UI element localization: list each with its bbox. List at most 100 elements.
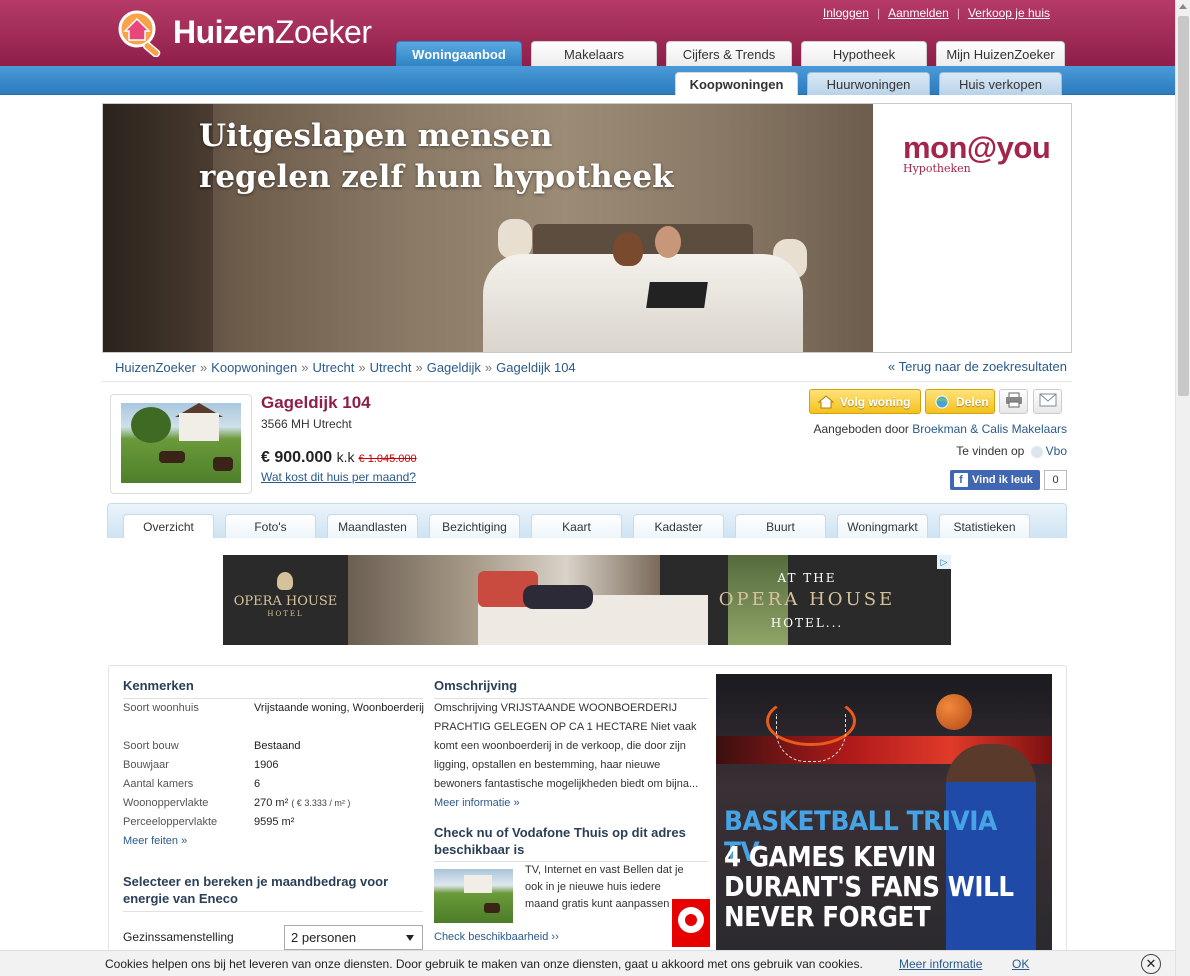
tab-statistieken[interactable]: Statistieken xyxy=(939,514,1030,538)
house-magnifier-icon xyxy=(113,7,169,58)
feature-label: Bouwjaar xyxy=(123,759,169,771)
email-button[interactable] xyxy=(1033,389,1062,414)
feature-row: Soort woonhuis Vrijstaande woning, Woonb… xyxy=(123,699,424,737)
register-link[interactable]: Aanmelden xyxy=(888,6,949,20)
account-links: Inloggen | Aanmelden | Verkoop je huis xyxy=(823,6,1050,20)
check-availability-link[interactable]: Check beschikbaarheid ›› xyxy=(434,931,559,943)
kenmerken-heading: Kenmerken xyxy=(123,678,194,693)
tab-kadaster[interactable]: Kadaster xyxy=(633,514,724,538)
basketball-trivia-ad[interactable]: BASKETBALL TRIVIA TV 4 GAMES KEVIN DURAN… xyxy=(716,674,1052,954)
separator: | xyxy=(876,6,881,20)
main-navigation: Woningaanbod Makelaars Cijfers & Trends … xyxy=(396,41,1074,66)
sell-house-link[interactable]: Verkoop je huis xyxy=(968,6,1050,20)
tab-hypotheek[interactable]: Hypotheek xyxy=(801,41,927,66)
vodafone-house-photo xyxy=(434,869,513,923)
description-text: Omschrijving VRIJSTAANDE WOONBOERDERIJ P… xyxy=(434,702,699,809)
page-scrollbar[interactable] xyxy=(1175,0,1190,976)
breadcrumb-home[interactable]: HuizenZoeker xyxy=(115,360,196,375)
share-button[interactable]: Delen xyxy=(925,389,995,414)
site-logo[interactable]: HuizenZoeker xyxy=(113,6,372,58)
breadcrumb: HuizenZoeker» Koopwoningen» Utrecht» Utrech… xyxy=(115,360,576,375)
monthly-cost-link[interactable]: Wat kost dit huis per maand? xyxy=(261,470,416,484)
detail-tabs: Overzicht Foto's Maandlasten Bezichtigin… xyxy=(123,514,1041,538)
feature-value: 270 m² ( € 3.333 / m² ) xyxy=(254,797,351,809)
cookie-ok-button[interactable]: OK xyxy=(1012,957,1029,971)
tab-maandlasten[interactable]: Maandlasten xyxy=(327,514,418,538)
breadcrumb-city[interactable]: Utrecht xyxy=(370,360,412,375)
vodafone-logo xyxy=(672,887,710,947)
feature-value: 9595 m² xyxy=(254,816,295,828)
hotel-room-photo xyxy=(348,555,788,645)
breadcrumb-koopwoningen[interactable]: Koopwoningen xyxy=(211,360,297,375)
tab-woningmarkt[interactable]: Woningmarkt xyxy=(837,514,928,538)
offered-by: Aangeboden door Broekman & Calis Makelaa… xyxy=(813,422,1068,436)
feature-value: Bestaand xyxy=(254,740,301,752)
cookie-text: Cookies helpen ons bij het leveren van o… xyxy=(105,957,863,971)
household-label: Gezinssamenstelling xyxy=(123,930,234,944)
opera-house-banner-ad[interactable]: OPERA HOUSE HOTEL AT THE OPERA HOUSE HOT… xyxy=(223,555,951,645)
sub-navigation: Koopwoningen Huurwoningen Huis verkopen xyxy=(675,72,1071,95)
breadcrumb-current[interactable]: Gageldijk 104 xyxy=(496,360,576,375)
back-to-results-link[interactable]: « Terug naar de zoekresultaten xyxy=(888,359,1067,374)
tab-makelaars[interactable]: Makelaars xyxy=(531,41,657,66)
tab-huurwoningen[interactable]: Huurwoningen xyxy=(807,72,930,95)
tab-cijfers-trends[interactable]: Cijfers & Trends xyxy=(666,41,792,66)
tab-mijn-huizenzoeker[interactable]: Mijn HuizenZoeker xyxy=(936,41,1065,66)
old-price: € 1.045.000 xyxy=(358,453,417,465)
tab-koopwoningen[interactable]: Koopwoningen xyxy=(675,72,798,95)
listing-thumbnail[interactable] xyxy=(110,394,252,494)
facebook-like-button[interactable]: f Vind ik leuk xyxy=(950,470,1040,490)
feature-value: 1906 xyxy=(254,759,279,771)
divider xyxy=(123,911,423,912)
adchoices-icon[interactable]: ▷ xyxy=(937,555,951,569)
facebook-icon: f xyxy=(954,473,968,487)
tab-woningaanbod[interactable]: Woningaanbod xyxy=(396,41,522,66)
feature-value: 6 xyxy=(254,778,261,790)
more-facts-link[interactable]: Meer feiten » xyxy=(123,835,187,847)
household-select[interactable]: 2 personen xyxy=(284,925,423,950)
divider xyxy=(102,381,1072,382)
vbo-link[interactable]: Vbo xyxy=(1046,444,1067,458)
tab-kaart[interactable]: Kaart xyxy=(531,514,622,538)
feature-label: Perceeloppervlakte xyxy=(123,816,218,828)
login-link[interactable]: Inloggen xyxy=(823,6,869,20)
breadcrumb-street[interactable]: Gageldijk xyxy=(427,360,481,375)
listing-address: 3566 MH Utrecht xyxy=(261,417,352,431)
logo-wordmark: HuizenZoeker xyxy=(173,13,372,50)
ad-headline: 4 GAMES KEVIN DURANT'S FANS WILL NEVER F… xyxy=(724,840,1014,933)
vodafone-text: TV, Internet en vast Bellen dat je ook i… xyxy=(525,864,684,910)
feature-label: Woonoppervlakte xyxy=(123,797,209,809)
tab-buurt[interactable]: Buurt xyxy=(735,514,826,538)
vbo-icon xyxy=(1030,445,1043,458)
moneyou-logo-panel: mon@you Hypotheken xyxy=(873,104,1071,352)
moneyou-sub: Hypotheken xyxy=(903,162,971,175)
tab-overzicht[interactable]: Overzicht xyxy=(123,514,214,538)
found-on: Te vinden op Vbo xyxy=(956,444,1067,458)
dropdown-arrow-icon xyxy=(406,935,414,941)
cookie-notice: Cookies helpen ons bij het leveren van o… xyxy=(0,950,1175,976)
envelope-icon xyxy=(1039,393,1057,410)
hypotheek-banner-ad[interactable]: Uitgeslapen mensen regelen zelf hun hypo… xyxy=(102,103,1072,353)
basketball-icon xyxy=(936,694,972,730)
vodafone-heading: Check nu of Vodafone Thuis op dit adres … xyxy=(434,825,686,857)
scrollbar-thumb[interactable] xyxy=(1178,16,1189,396)
moneyou-logo: mon@you xyxy=(903,130,1051,165)
close-icon[interactable]: ✕ xyxy=(1141,954,1161,974)
listing-title: Gageldijk 104 xyxy=(261,393,371,412)
agent-link[interactable]: Broekman & Calis Makelaars xyxy=(912,422,1067,436)
price-suffix: k.k xyxy=(336,449,355,465)
feature-label: Soort bouw xyxy=(123,740,179,752)
breadcrumb-province[interactable]: Utrecht xyxy=(312,360,354,375)
follow-listing-button[interactable]: Volg woning xyxy=(809,389,921,414)
print-button[interactable] xyxy=(999,389,1028,414)
tab-huis-verkopen[interactable]: Huis verkopen xyxy=(939,72,1062,95)
tab-bezichtiging[interactable]: Bezichtiging xyxy=(429,514,520,538)
more-info-link[interactable]: Meer informatie » xyxy=(434,797,520,809)
energy-heading: Selecteer en bereken je maandbedrag voor… xyxy=(123,874,389,906)
farmhouse-photo xyxy=(121,403,241,483)
tab-fotos[interactable]: Foto's xyxy=(225,514,316,538)
listing-price: € 900.000 k.k € 1.045.000 xyxy=(261,449,417,466)
facebook-like-count: 0 xyxy=(1044,470,1067,490)
cookie-more-info-link[interactable]: Meer informatie xyxy=(899,957,982,971)
scroll-up-icon[interactable] xyxy=(1179,4,1187,9)
